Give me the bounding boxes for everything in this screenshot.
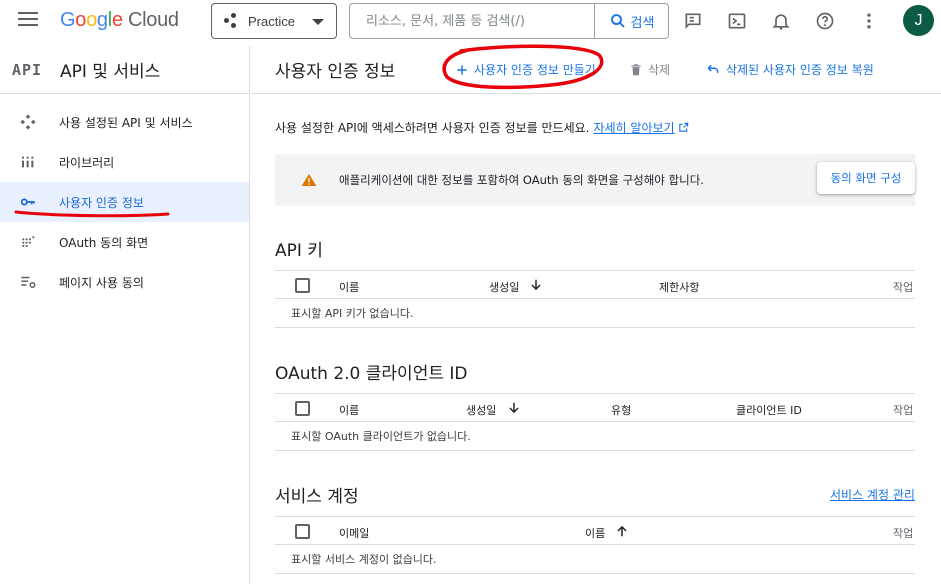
column-name[interactable]: 이름 [339, 279, 359, 295]
sort-down-icon[interactable] [507, 400, 521, 416]
project-selector[interactable]: Practice [211, 3, 337, 39]
oauth-dots-icon [18, 232, 38, 252]
page-title: 사용자 인증 정보 [275, 62, 396, 82]
column-actions: 작업 [893, 281, 914, 294]
restore-deleted-button[interactable]: 삭제된 사용자 인증 정보 복원 [705, 61, 874, 78]
column-name[interactable]: 이름 [339, 402, 359, 418]
logo-google: Google [60, 9, 123, 31]
api-diamond-icon [18, 112, 38, 132]
api-badge-icon: API [12, 60, 43, 79]
project-name: Practice [248, 13, 295, 29]
restore-label: 삭제된 사용자 인증 정보 복원 [726, 63, 874, 77]
sort-down-icon[interactable] [529, 277, 543, 293]
sidebar-item-oauth-consent[interactable]: OAuth 동의 화면 [0, 222, 249, 262]
learn-more-link[interactable]: 자세히 알아보기 [593, 121, 688, 135]
column-client-id[interactable]: 클라이언트 ID [736, 402, 802, 418]
table-header: 이름 생성일 유형 클라이언트 ID 작업 [275, 393, 915, 422]
api-keys-title: API 키 [275, 241, 323, 261]
consent-warning-banner: 애플리케이션에 대한 정보를 포함하여 OAuth 동의 화면을 구성해야 합니… [275, 154, 915, 206]
main-menu-icon[interactable] [18, 12, 38, 28]
empty-row: 표시할 API 키가 없습니다. [275, 299, 915, 328]
empty-row: 표시할 OAuth 클라이언트가 없습니다. [275, 422, 915, 451]
select-all-checkbox[interactable] [295, 524, 310, 539]
search-box: 검색 [349, 3, 669, 39]
sort-up-icon[interactable] [615, 523, 629, 539]
column-name[interactable]: 이름 [585, 525, 605, 541]
column-email[interactable]: 이메일 [339, 525, 369, 541]
oauth-clients-title: OAuth 2.0 클라이언트 ID [275, 364, 468, 384]
chevron-down-icon [312, 19, 324, 25]
sidebar-header: API API 및 서비스 [0, 46, 249, 94]
google-cloud-logo[interactable]: Google Cloud [60, 9, 179, 32]
api-keys-table: 이름 생성일 제한사항 작업 표시할 API 키가 없습니다. [275, 270, 915, 328]
sidebar: API API 및 서비스 사용 설정된 API 및 서비스 라이브러리 사용자… [0, 46, 250, 584]
oauth-clients-table: 이름 생성일 유형 클라이언트 ID 작업 표시할 OAuth 클라이언트가 없… [275, 393, 915, 451]
sidebar-title: API 및 서비스 [60, 62, 161, 82]
learn-more-label: 자세히 알아보기 [593, 121, 675, 135]
sidebar-item-enabled-apis[interactable]: 사용 설정된 API 및 서비스 [0, 102, 249, 142]
sidebar-item-label: 사용 설정된 API 및 서비스 [59, 115, 193, 130]
main-content: 사용자 인증 정보 사용자 인증 정보 만들기 삭제 삭제된 사용자 인증 정보… [251, 44, 941, 584]
service-accounts-table: 이메일 이름 작업 표시할 서비스 계정이 없습니다. [275, 516, 915, 574]
logo-cloud: Cloud [128, 9, 179, 31]
select-all-checkbox[interactable] [295, 278, 310, 293]
external-link-icon [678, 122, 688, 132]
table-header: 이메일 이름 작업 [275, 516, 915, 545]
select-all-checkbox[interactable] [295, 401, 310, 416]
top-icons [683, 0, 879, 42]
gemini-chat-icon[interactable] [683, 11, 703, 31]
top-bar: Google Cloud Practice 검색 J [0, 0, 941, 42]
intro-message: 사용 설정한 API에 액세스하려면 사용자 인증 정보를 만드세요. [275, 121, 590, 135]
warning-text: 애플리케이션에 대한 정보를 포함하여 OAuth 동의 화면을 구성해야 합니… [339, 173, 704, 187]
column-actions: 작업 [893, 527, 914, 540]
cloud-shell-icon[interactable] [727, 11, 747, 31]
configure-consent-button[interactable]: 동의 화면 구성 [817, 162, 915, 194]
trash-icon [631, 63, 641, 75]
search-icon [610, 14, 625, 28]
table-header: 이름 생성일 제한사항 작업 [275, 270, 915, 299]
project-icon [224, 13, 240, 29]
column-type[interactable]: 유형 [611, 402, 631, 418]
service-accounts-title: 서비스 계정 [275, 487, 359, 507]
sidebar-item-label: 라이브러리 [59, 155, 115, 170]
red-annotation-underline [14, 210, 170, 218]
undo-icon [707, 64, 719, 73]
column-actions: 작업 [893, 404, 914, 417]
search-button[interactable]: 검색 [594, 4, 668, 38]
notifications-icon[interactable] [771, 11, 791, 31]
main-header: 사용자 인증 정보 사용자 인증 정보 만들기 삭제 삭제된 사용자 인증 정보… [251, 44, 941, 94]
delete-label: 삭제 [648, 63, 671, 77]
empty-row: 표시할 서비스 계정이 없습니다. [275, 545, 915, 574]
warning-icon [301, 174, 317, 186]
search-button-label: 검색 [630, 15, 655, 31]
column-created[interactable]: 생성일 [466, 402, 496, 418]
page-settings-icon [18, 272, 38, 292]
sidebar-item-label: 페이지 사용 동의 [59, 275, 144, 290]
manage-service-accounts-link[interactable]: 서비스 계정 관리 [830, 486, 915, 503]
search-input[interactable] [350, 4, 594, 38]
column-created[interactable]: 생성일 [489, 279, 519, 295]
sidebar-item-page-consent[interactable]: 페이지 사용 동의 [0, 262, 249, 302]
sidebar-item-library[interactable]: 라이브러리 [0, 142, 249, 182]
delete-button[interactable]: 삭제 [629, 61, 670, 78]
sidebar-item-label: OAuth 동의 화면 [59, 235, 149, 250]
help-icon[interactable] [815, 11, 835, 31]
more-vert-icon[interactable] [859, 11, 879, 31]
intro-text: 사용 설정한 API에 액세스하려면 사용자 인증 정보를 만드세요. 자세히 알… [275, 119, 689, 136]
sidebar-nav: 사용 설정된 API 및 서비스 라이브러리 사용자 인증 정보 OAuth 동… [0, 94, 249, 302]
library-icon [18, 152, 38, 172]
column-restrictions[interactable]: 제한사항 [659, 279, 699, 295]
account-avatar[interactable]: J [903, 5, 934, 36]
red-annotation-circle [442, 44, 604, 90]
